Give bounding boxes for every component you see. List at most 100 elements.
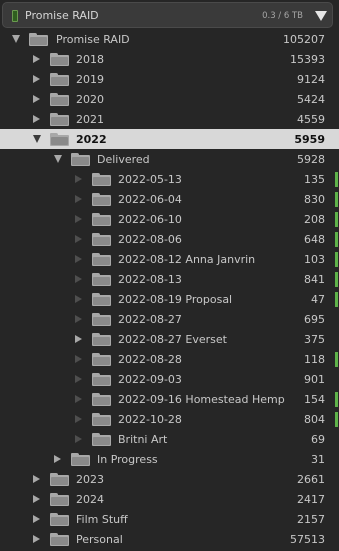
folder-row[interactable]: 2022 5959: [0, 129, 339, 149]
folder-row[interactable]: Personal 57513: [0, 529, 339, 549]
folder-icon: [92, 333, 111, 346]
disabled-triangle-icon: [75, 374, 82, 383]
expand-triangle-icon[interactable]: [33, 94, 40, 103]
folder-name: 2019: [76, 73, 104, 86]
expand-triangle-icon[interactable]: [33, 534, 40, 543]
expand-triangle-icon[interactable]: [33, 514, 40, 523]
sync-status-bar: [335, 212, 338, 227]
folder-icon: [92, 173, 111, 186]
folder-row[interactable]: 2019 9124: [0, 69, 339, 89]
folder-icon: [50, 93, 69, 106]
disabled-triangle-icon: [75, 254, 82, 263]
folder-icon: [92, 313, 111, 326]
photo-count: 804: [304, 413, 325, 426]
folder-row[interactable]: In Progress 31: [0, 449, 339, 469]
folder-icon: [92, 213, 111, 226]
folder-row[interactable]: 2022-05-13 135: [0, 169, 339, 189]
folder-icon: [50, 53, 69, 66]
photo-count: 901: [304, 373, 325, 386]
collapse-triangle-icon[interactable]: [54, 155, 62, 163]
folder-icon: [50, 513, 69, 526]
expand-triangle-icon[interactable]: [33, 114, 40, 123]
photo-count: 5959: [294, 133, 325, 146]
folder-row[interactable]: 2022-08-12 Anna Janvrin 103: [0, 249, 339, 269]
folder-name: 2022-08-12 Anna Janvrin: [118, 253, 256, 266]
folder-row[interactable]: 2021 4559: [0, 109, 339, 129]
folder-row[interactable]: 2022-08-27 695: [0, 309, 339, 329]
folder-name: 2022-10-28: [118, 413, 182, 426]
folder-name: 2022-08-13: [118, 273, 182, 286]
folder-name: Delivered: [97, 153, 150, 166]
expand-triangle-icon[interactable]: [33, 474, 40, 483]
folder-name: 2022-08-27 Everset: [118, 333, 227, 346]
folder-row[interactable]: Promise RAID 105207: [0, 29, 339, 49]
photo-count: 830: [304, 193, 325, 206]
photo-count: 375: [304, 333, 325, 346]
photo-count: 105207: [283, 33, 325, 46]
folder-name: 2022-08-27: [118, 313, 182, 326]
disabled-triangle-icon: [75, 174, 82, 183]
folder-row[interactable]: 2022-08-06 648: [0, 229, 339, 249]
disabled-triangle-icon: [75, 414, 82, 423]
expand-triangle-icon[interactable]: [33, 494, 40, 503]
disabled-triangle-icon: [75, 294, 82, 303]
folder-icon: [92, 233, 111, 246]
photo-count: 103: [304, 253, 325, 266]
folder-row[interactable]: 2022-09-03 901: [0, 369, 339, 389]
photo-count: 15393: [290, 53, 325, 66]
folder-name: 2022-08-06: [118, 233, 182, 246]
folder-row[interactable]: 2022-08-27 Everset 375: [0, 329, 339, 349]
collapse-triangle-icon[interactable]: [33, 135, 41, 143]
disabled-triangle-icon: [75, 194, 82, 203]
folder-row[interactable]: Britni Art 69: [0, 429, 339, 449]
volume-capacity: 0.3 / 6 TB: [262, 11, 303, 21]
photo-count: 5928: [297, 153, 325, 166]
folder-row[interactable]: 2022-10-28 804: [0, 409, 339, 429]
folder-icon: [50, 493, 69, 506]
folder-row[interactable]: 2024 2417: [0, 489, 339, 509]
photo-count: 2157: [297, 513, 325, 526]
folder-row[interactable]: 2023 2661: [0, 469, 339, 489]
expand-triangle-icon[interactable]: [33, 54, 40, 63]
folder-icon: [92, 253, 111, 266]
folder-icon: [92, 293, 111, 306]
folder-row[interactable]: 2022-06-10 208: [0, 209, 339, 229]
photo-count: 695: [304, 313, 325, 326]
folder-row[interactable]: 2020 5424: [0, 89, 339, 109]
folder-row[interactable]: 2018 15393: [0, 49, 339, 69]
folder-row[interactable]: 2022-08-28 118: [0, 349, 339, 369]
folder-name: 2022-08-28: [118, 353, 182, 366]
expand-triangle-icon[interactable]: [54, 454, 61, 463]
folder-icon: [92, 273, 111, 286]
photo-count: 648: [304, 233, 325, 246]
expand-triangle-icon[interactable]: [33, 74, 40, 83]
folder-name: 2022-08-19 Proposal: [118, 293, 233, 306]
volume-header[interactable]: Promise RAID 0.3 / 6 TB: [2, 2, 333, 28]
photo-count: 135: [304, 173, 325, 186]
collapse-triangle-icon[interactable]: [12, 35, 20, 43]
photo-count: 57513: [290, 533, 325, 546]
photo-count: 9124: [297, 73, 325, 86]
folder-row[interactable]: 2022-09-16 Homestead Hemp 154: [0, 389, 339, 409]
photo-count: 118: [304, 353, 325, 366]
photo-count: 5424: [297, 93, 325, 106]
collapse-triangle-icon[interactable]: [315, 11, 327, 21]
photo-count: 154: [304, 393, 325, 406]
photo-count: 69: [311, 433, 325, 446]
photo-count: 4559: [297, 113, 325, 126]
folder-icon: [92, 193, 111, 206]
folder-name: Promise RAID: [56, 33, 130, 46]
folder-name: 2022: [76, 133, 107, 146]
folder-row[interactable]: 2022-06-04 830: [0, 189, 339, 209]
photo-count: 2417: [297, 493, 325, 506]
photo-count: 47: [311, 293, 325, 306]
expand-triangle-icon[interactable]: [75, 334, 82, 343]
folder-row[interactable]: Delivered 5928: [0, 149, 339, 169]
folder-name: 2022-09-16 Homestead Hemp: [118, 393, 285, 406]
folder-row[interactable]: Film Stuff 2157: [0, 509, 339, 529]
folder-name: 2021: [76, 113, 104, 126]
folder-row[interactable]: 2022-08-13 841: [0, 269, 339, 289]
folder-name: Film Stuff: [76, 513, 128, 526]
folder-row[interactable]: 2022-08-19 Proposal 47: [0, 289, 339, 309]
sync-status-bar: [335, 292, 338, 307]
